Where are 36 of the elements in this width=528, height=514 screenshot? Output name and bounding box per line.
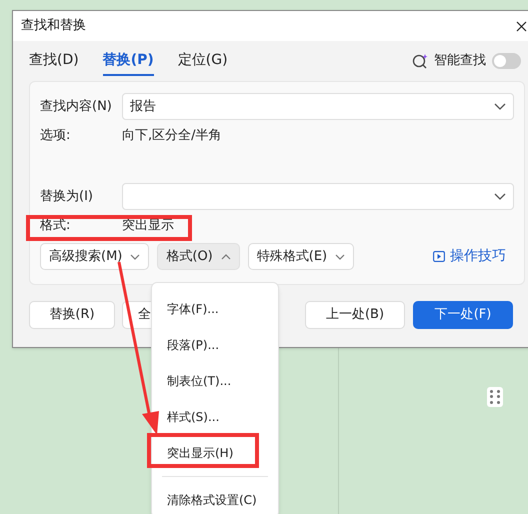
action-button[interactable]: 上一处(B) <box>305 301 405 329</box>
window-title: 查找和替换 <box>21 17 86 36</box>
menu-item[interactable]: 段落(P)... <box>167 336 220 354</box>
menu-item[interactable]: 字体(F)... <box>167 300 219 318</box>
tab[interactable]: 查找(D) <box>29 46 79 76</box>
play-icon <box>433 251 445 262</box>
action-button[interactable]: 替换(R) <box>29 301 115 329</box>
drag-handle-icon[interactable] <box>487 387 503 407</box>
smart-search-label: 智能查找 <box>434 52 486 70</box>
replace-label: 替换为(I) <box>40 188 94 206</box>
format-value: 突出显示 <box>122 217 174 236</box>
find-field[interactable]: 报告 <box>122 93 514 120</box>
tab[interactable]: 定位(G) <box>178 46 228 76</box>
dropdown-button[interactable]: 特殊格式(E) <box>248 243 354 270</box>
menu-item[interactable]: 突出显示(H) <box>167 444 234 462</box>
caret-icon <box>220 254 231 260</box>
replace-field[interactable] <box>122 183 514 210</box>
chevron-down-icon <box>494 103 506 110</box>
menu-item[interactable]: 样式(S)... <box>167 408 220 426</box>
options-value: 向下,区分全/半角 <box>122 127 222 146</box>
menu-item[interactable]: 清除格式设置(C) <box>167 491 257 509</box>
caret-icon <box>130 254 140 260</box>
chevron-down-icon <box>494 193 506 200</box>
dropdown-button[interactable]: 高级搜索(M) <box>40 243 150 270</box>
menu-item[interactable]: 制表位(T)... <box>167 372 232 390</box>
smart-search-toggle[interactable] <box>492 53 521 69</box>
tips-link[interactable]: 操作技巧 <box>433 246 506 267</box>
options-label: 选项: <box>40 127 72 146</box>
sparkle-search-icon <box>412 52 429 70</box>
format-label: 格式: <box>40 217 72 236</box>
caret-icon <box>335 254 346 260</box>
tab[interactable]: 替换(P) <box>102 46 154 76</box>
find-label: 查找内容(N) <box>40 98 113 116</box>
close-icon[interactable] <box>516 20 527 32</box>
dropdown-button[interactable]: 格式(O) <box>157 243 240 270</box>
action-button[interactable]: 下一处(F) <box>413 301 513 329</box>
